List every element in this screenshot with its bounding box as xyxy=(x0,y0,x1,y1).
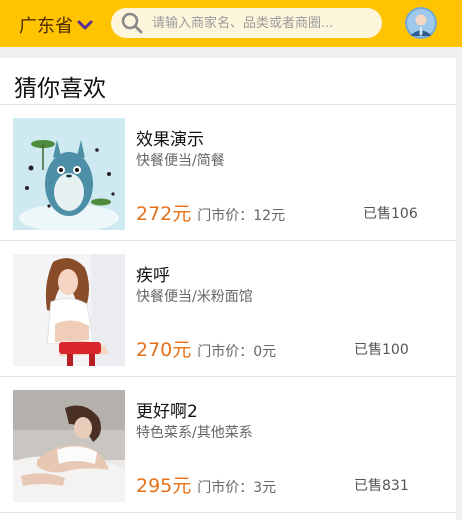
item-category: 快餐便当/简餐 xyxy=(136,153,225,169)
user-avatar[interactable] xyxy=(405,7,437,39)
scroll-gutter xyxy=(456,58,462,520)
item-name: 效果演示 xyxy=(136,130,204,150)
list-item[interactable]: 更好啊2 特色菜系/其他菜系 295元 门市价： 3元 已售831 xyxy=(0,377,456,513)
item-price: 272元 xyxy=(136,203,192,225)
search-input[interactable] xyxy=(150,14,374,32)
item-category: 快餐便当/米粉面馆 xyxy=(136,289,253,305)
market-price-value: 0元 xyxy=(253,344,277,360)
search-icon xyxy=(121,12,143,34)
item-name: 疾呼 xyxy=(136,266,170,286)
item-thumbnail xyxy=(13,254,125,366)
item-price: 295元 xyxy=(136,475,192,497)
item-thumbnail xyxy=(13,118,125,230)
item-sold-count: 已售100 xyxy=(354,342,409,358)
top-header: 广东省 xyxy=(0,0,462,47)
item-name: 更好啊2 xyxy=(136,402,198,422)
market-price-value: 12元 xyxy=(253,208,286,224)
price-row: 270元 门市价： 0元 xyxy=(136,335,276,362)
item-sold-count: 已售831 xyxy=(354,478,409,494)
item-price: 270元 xyxy=(136,339,192,361)
item-divider xyxy=(0,512,456,513)
market-price-value: 3元 xyxy=(253,480,277,496)
header-spacer xyxy=(0,47,462,58)
list-item[interactable]: 疾呼 快餐便当/米粉面馆 270元 门市价： 0元 已售100 xyxy=(0,241,456,377)
market-price-label: 门市价： xyxy=(197,344,254,360)
totoro-image xyxy=(13,118,125,230)
price-row: 295元 门市价： 3元 xyxy=(136,471,276,498)
item-category: 特色菜系/其他菜系 xyxy=(136,425,253,441)
province-selector[interactable]: 广东省 xyxy=(19,12,93,38)
price-row: 272元 门市价： 12元 xyxy=(136,199,285,226)
user-avatar-icon xyxy=(405,7,437,39)
market-price-label: 门市价： xyxy=(197,208,254,224)
item-sold-count: 已售106 xyxy=(363,206,418,222)
chevron-down-icon xyxy=(77,20,93,30)
photo-image xyxy=(13,254,125,366)
list-item[interactable]: 效果演示 快餐便当/简餐 272元 门市价： 12元 已售106 xyxy=(0,105,456,241)
section-title: 猜你喜欢 xyxy=(14,76,106,102)
province-label: 广东省 xyxy=(19,16,73,37)
search-bar[interactable] xyxy=(111,8,382,38)
photo-image xyxy=(13,390,125,502)
market-price-label: 门市价： xyxy=(197,480,254,496)
item-thumbnail xyxy=(13,390,125,502)
